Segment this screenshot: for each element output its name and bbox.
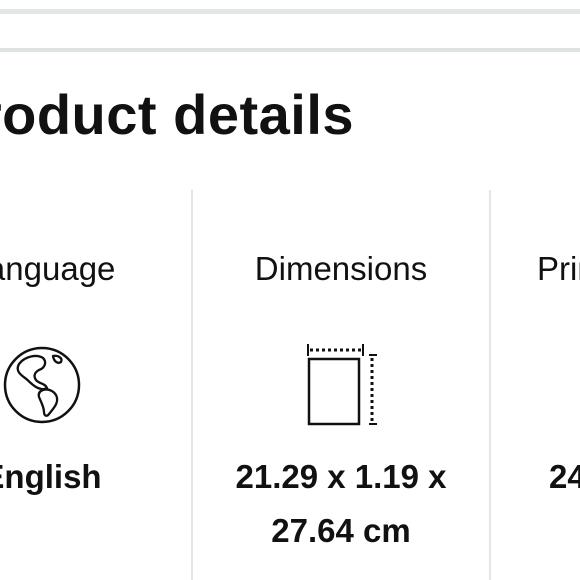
attribute-value: 24 — [549, 458, 580, 495]
attribute-label: Dimensions — [254, 250, 428, 287]
attribute-value: 21.29 x 1.19 x 27.64 cm — [193, 450, 489, 558]
attribute-dimensions: Dimensions 21.29 x 1.19 x 27.64 cm — [193, 250, 489, 549]
top-separator — [0, 9, 580, 14]
attribute-value-line: 21.29 x 1.19 x — [235, 458, 447, 495]
section-separator — [0, 48, 580, 52]
attribute-print-length: Print length 24 — [491, 250, 580, 495]
globe-icon — [3, 346, 81, 429]
column-divider — [489, 190, 491, 580]
dimensions-icon — [305, 342, 377, 433]
attribute-value: English — [0, 458, 102, 495]
attribute-value-line: 27.64 cm — [271, 512, 411, 549]
attribute-label: Language — [0, 250, 116, 287]
attribute-language: Language English — [0, 250, 142, 495]
section-title: Product details — [0, 83, 355, 146]
attribute-label: Print length — [537, 250, 580, 287]
product-details-panel: Product details Language English Dimensi… — [0, 0, 580, 580]
